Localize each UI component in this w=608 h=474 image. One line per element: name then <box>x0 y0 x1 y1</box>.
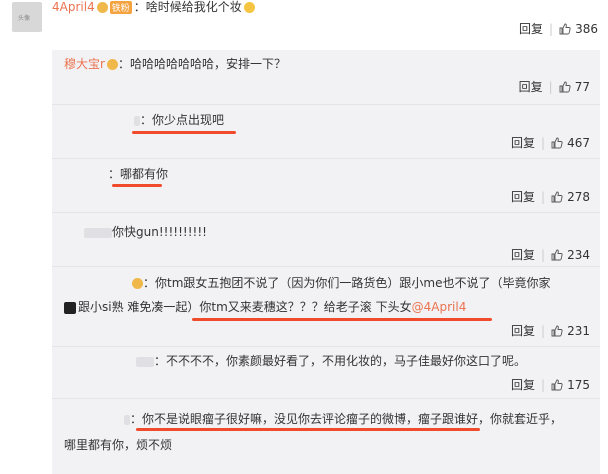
reply-text: ：你少点出现吧 <box>140 113 225 127</box>
reply-text: 你快gun!!!!!!!!!! <box>112 225 207 239</box>
fan-badge: 铁粉 <box>109 1 132 14</box>
reply-text: ：哪都有你 <box>108 167 169 181</box>
thumbs-up-icon[interactable] <box>551 137 563 149</box>
red-underline <box>112 184 162 187</box>
like-count: 77 <box>574 80 590 94</box>
reply-actions: 回复 | 278 <box>511 190 590 204</box>
thumbs-up-icon[interactable] <box>551 249 563 261</box>
like-count: 231 <box>567 324 590 338</box>
like-count: 234 <box>567 248 590 262</box>
list-item: ：哪都有你 回复 | 278 <box>52 158 600 213</box>
reply-button[interactable]: 回复 <box>511 248 535 262</box>
reply-button[interactable]: 回复 <box>519 22 543 36</box>
thumbs-up-icon[interactable] <box>551 191 563 203</box>
reply-text: ：不不不不，你素颜最好看了，不用化妆的，马子佳最好你这口了呢。 <box>154 354 527 368</box>
cat-icon <box>64 301 76 314</box>
reply-text: ：哈哈哈哈哈哈哈，安排一下？ <box>117 57 286 71</box>
thumbs-up-icon[interactable] <box>559 81 571 93</box>
reply-text-line2: 哪里都有你，烦不烦 <box>64 438 173 452</box>
reply-button[interactable]: 回复 <box>519 80 543 94</box>
red-underline <box>136 428 480 431</box>
thumbs-up-icon[interactable] <box>551 325 563 337</box>
list-item: ：你tm跟女五抱团不说了（因为你们一路货色）跟小me也不说了（毕竟你家 跟小si… <box>52 266 600 347</box>
like-count: 467 <box>567 136 590 150</box>
top-comment: 头像 4April4 铁粉 ：啥时候给我化个妆 回复 | 386 <box>0 0 608 50</box>
verified-icon <box>106 59 118 70</box>
mention-link[interactable]: @4April4 <box>412 300 467 314</box>
reply-list: 穆大宝r ：哈哈哈哈哈哈哈，安排一下？ 回复 | 77 ：你少点出现吧 回复 | 467 … <box>52 50 600 474</box>
username-link[interactable]: 穆大宝r <box>64 57 105 71</box>
like-count: 386 <box>575 22 598 36</box>
verified-icon <box>132 278 143 289</box>
list-item: 你快gun!!!!!!!!!! 回复 | 234 <box>52 212 600 267</box>
reply-button[interactable]: 回复 <box>511 324 535 338</box>
red-underline <box>132 131 236 134</box>
reply-text-line1: ：你tm跟女五抱团不说了（因为你们一路货色）跟小me也不说了（毕竟你家 <box>143 276 551 290</box>
like-count: 175 <box>567 378 590 392</box>
list-item: ：不不不不，你素颜最好看了，不用化妆的，马子佳最好你这口了呢。 回复 | 175 <box>52 346 600 399</box>
like-count: 278 <box>567 190 590 204</box>
list-item: 穆大宝r ：哈哈哈哈哈哈哈，安排一下？ 回复 | 77 <box>52 50 600 105</box>
list-item: ：你少点出现吧 回复 | 467 <box>52 104 600 159</box>
thumbs-up-icon[interactable] <box>559 23 571 35</box>
verified-icon <box>96 2 108 13</box>
reply-button[interactable]: 回复 <box>511 136 535 150</box>
reply-actions: 回复 | 77 <box>518 80 590 94</box>
reply-button[interactable]: 回复 <box>511 378 535 392</box>
reply-actions: 回复 | 175 <box>511 378 590 392</box>
emoji-icon <box>243 2 255 13</box>
avatar[interactable]: 头像 <box>12 2 42 32</box>
reply-actions: 回复 | 231 <box>511 324 590 338</box>
top-comment-line: 4April4 铁粉 ：啥时候给我化个妆 <box>52 0 255 15</box>
list-item: ：你不是说眼瘤子很好嘛，没见你去评论瘤子的微博，瘤子跟谁好，你就套近乎， 哪里都… <box>52 398 600 474</box>
comment-text: ：啥时候给我化个妆 <box>133 0 242 14</box>
thumbs-up-icon[interactable] <box>551 379 563 391</box>
red-underline <box>192 318 492 321</box>
top-comment-actions: 回复 | 386 <box>519 22 598 36</box>
reply-actions: 回复 | 467 <box>511 136 590 150</box>
reply-text-line1: ：你不是说眼瘤子很好嘛，没见你去评论瘤子的微博，瘤子跟谁好，你就套近乎， <box>130 412 563 426</box>
reply-text-line2: 跟小si熟 难免凑一起）你tm又来麦穗这？？？给老子滚 下头女 <box>78 300 412 314</box>
username-link[interactable]: 4April4 <box>52 0 95 14</box>
reply-button[interactable]: 回复 <box>511 190 535 204</box>
reply-actions: 回复 | 234 <box>511 248 590 262</box>
